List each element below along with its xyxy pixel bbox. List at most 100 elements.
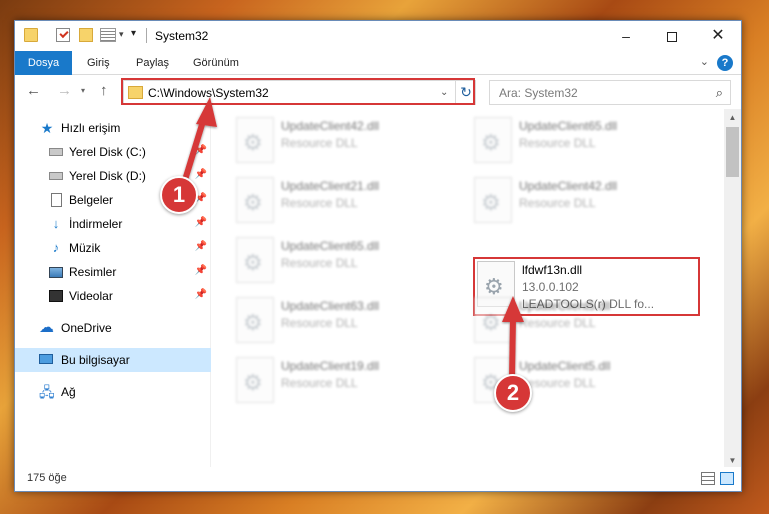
file-type: Resource DLL <box>281 256 358 270</box>
file-type: Resource DLL <box>281 376 358 390</box>
details-view-icon[interactable] <box>701 472 715 485</box>
customize-toolbar-icon[interactable]: ▾ <box>131 28 136 39</box>
maximize-icon <box>667 32 677 43</box>
file-name: UpdateClient19.dll <box>281 359 380 373</box>
file-tile[interactable]: UpdateClient42.dll Resource DLL <box>474 175 704 231</box>
address-bar[interactable]: C:\Windows\System32 ⌄ ↻ <box>123 80 476 105</box>
pin-icon: 📌 <box>194 265 207 276</box>
file-tile[interactable]: UpdateClient5.dll Resource DLL <box>474 295 704 351</box>
scrollbar-thumb[interactable] <box>726 127 739 177</box>
file-explorer-window: ▾ ▾ System32 – ✕ Dosya Giriş Paylaş Görü… <box>14 20 742 492</box>
file-name: UpdateClient5.dll <box>519 299 611 313</box>
file-tile[interactable]: UpdateClient21.dll Resource DLL <box>236 175 466 231</box>
file-type: Resource DLL <box>519 196 596 210</box>
step-badge-1: 1 <box>160 176 198 214</box>
sidebar-item-this-pc[interactable]: Bu bilgisayar <box>15 348 211 372</box>
sidebar-item-videos[interactable]: Videolar 📌 <box>15 284 211 308</box>
view-layout-icon[interactable] <box>100 28 116 42</box>
star-icon: ★ <box>40 120 54 136</box>
properties-check-icon[interactable] <box>56 28 70 42</box>
new-folder-icon[interactable] <box>79 28 93 42</box>
vertical-scrollbar[interactable]: ▲ ▼ <box>724 109 741 469</box>
sidebar-item-quick-access[interactable]: ★ Hızlı erişim <box>15 116 211 140</box>
file-name: UpdateClient21.dll <box>281 179 380 193</box>
pin-icon: 📌 <box>194 241 207 252</box>
forward-arrow-icon[interactable]: → <box>57 82 72 99</box>
file-name: lfdwf13n.dll <box>522 263 583 277</box>
file-name: UpdateClient42.dll <box>281 119 380 133</box>
sidebar-item-music[interactable]: ♪ Müzik 📌 <box>15 236 211 260</box>
navigation-bar: ← → ▾ ↑ C:\Windows\System32 ⌄ ↻ Ara: Sys… <box>15 76 741 109</box>
tab-home[interactable]: Giriş <box>87 51 110 75</box>
computer-icon <box>39 354 53 364</box>
sidebar-item-label: Yerel Disk (D:) <box>69 169 146 183</box>
file-name: UpdateClient65.dll <box>281 239 380 253</box>
sidebar-item-local-disk-c[interactable]: Yerel Disk (C:) 📌 <box>15 140 211 164</box>
file-type: Resource DLL <box>519 316 596 330</box>
dll-file-icon <box>236 357 274 403</box>
pictures-icon <box>49 267 63 278</box>
file-name: UpdateClient63.dll <box>281 299 380 313</box>
minimize-button[interactable]: – <box>603 21 649 51</box>
title-bar: ▾ ▾ System32 – ✕ <box>15 21 741 51</box>
pin-icon: 📌 <box>194 289 207 300</box>
dll-file-icon <box>236 297 274 343</box>
folder-icon <box>24 28 38 42</box>
sidebar-item-network[interactable]: 🖧 Ağ <box>15 380 211 404</box>
close-button[interactable]: ✕ <box>695 21 741 51</box>
network-icon: 🖧 <box>39 384 55 400</box>
file-tile[interactable]: UpdateClient42.dll Resource DLL <box>236 115 466 171</box>
recent-locations-icon[interactable]: ▾ <box>81 86 85 95</box>
search-placeholder: Ara: System32 <box>499 86 578 100</box>
window-title: System32 <box>155 29 209 43</box>
sidebar-item-downloads[interactable]: ↓ İndirmeler 📌 <box>15 212 211 236</box>
up-arrow-icon[interactable]: ↑ <box>100 82 108 99</box>
sidebar-item-label: Yerel Disk (C:) <box>69 145 146 159</box>
divider <box>146 28 147 43</box>
expand-ribbon-icon[interactable]: ⌄ <box>700 55 709 68</box>
help-icon[interactable]: ? <box>717 55 733 71</box>
maximize-button[interactable] <box>649 21 695 51</box>
chevron-down-icon[interactable]: ⌄ <box>440 87 448 98</box>
sidebar-item-label: Hızlı erişim <box>61 121 121 135</box>
tab-view[interactable]: Görünüm <box>193 51 239 75</box>
address-path[interactable]: C:\Windows\System32 <box>148 86 269 100</box>
folder-icon <box>128 86 143 99</box>
sidebar-item-label: Resimler <box>69 265 117 279</box>
document-icon <box>51 193 62 207</box>
sidebar-item-pictures[interactable]: Resimler 📌 <box>15 260 211 284</box>
dll-file-icon <box>474 177 512 223</box>
drive-icon <box>49 172 63 180</box>
search-icon[interactable]: ⌕ <box>716 85 723 101</box>
music-icon: ♪ <box>52 240 60 255</box>
file-tile[interactable]: UpdateClient65.dll Resource DLL <box>474 115 704 171</box>
search-input[interactable]: Ara: System32 ⌕ <box>489 80 731 105</box>
back-arrow-icon[interactable]: ← <box>26 82 41 99</box>
file-type: Resource DLL <box>281 316 358 330</box>
scroll-up-icon[interactable]: ▲ <box>724 109 741 126</box>
tab-file[interactable]: Dosya <box>15 51 72 75</box>
sidebar-item-label: Müzik <box>69 241 101 255</box>
pin-icon: 📌 <box>194 169 207 180</box>
large-icons-view-icon[interactable] <box>720 472 734 485</box>
sidebar-item-onedrive[interactable]: ☁ OneDrive <box>15 316 211 340</box>
file-list: UpdateClient42.dll Resource DLL UpdateCl… <box>212 109 725 469</box>
file-name: UpdateClient5.dll <box>519 359 611 373</box>
sidebar-item-label: Bu bilgisayar <box>61 353 130 367</box>
dll-file-icon <box>474 297 512 343</box>
file-tile[interactable]: UpdateClient65.dll Resource DLL <box>236 235 466 291</box>
chevron-down-icon[interactable]: ▾ <box>119 29 124 40</box>
download-icon: ↓ <box>52 216 60 231</box>
sidebar-item-label: Videolar <box>69 289 113 303</box>
refresh-icon[interactable]: ↻ <box>455 81 476 104</box>
file-type: Resource DLL <box>519 136 596 150</box>
tab-share[interactable]: Paylaş <box>136 51 169 75</box>
onedrive-icon: ☁ <box>39 319 54 336</box>
file-name: UpdateClient65.dll <box>519 119 618 133</box>
sidebar-item-label: OneDrive <box>61 321 112 335</box>
step-badge-2: 2 <box>494 374 532 412</box>
pin-icon: 📌 <box>194 217 207 228</box>
item-count: 175 öğe <box>27 472 67 484</box>
file-tile[interactable]: UpdateClient63.dll Resource DLL <box>236 295 466 351</box>
file-tile[interactable]: UpdateClient19.dll Resource DLL <box>236 355 466 411</box>
